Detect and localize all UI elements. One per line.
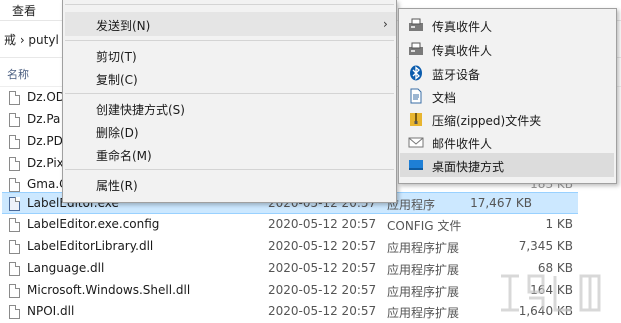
dll-icon <box>9 284 20 298</box>
file-size: 7,345 KB <box>518 239 573 253</box>
file-type: CONFIG 文件 <box>387 219 462 233</box>
file-name: NPOI.dll <box>27 304 75 318</box>
menu-item-properties[interactable]: 属性(R) <box>96 177 138 194</box>
submenu-item-mail[interactable]: 邮件收件人 <box>432 135 492 152</box>
zip-folder-icon <box>410 113 422 126</box>
watermark-logo <box>501 274 601 312</box>
file-name: Dz.Pa <box>27 112 61 126</box>
file-date: 2020-05-12 20:57 <box>268 304 377 318</box>
file-icon <box>9 178 20 192</box>
menu-separator <box>65 40 394 41</box>
submenu-item-desktop-shortcut[interactable]: 桌面快捷方式 <box>432 158 504 175</box>
menu-item-cut[interactable]: 剪切(T) <box>96 48 137 65</box>
menu-item-send-to[interactable]: 发送到(N) <box>96 17 150 34</box>
file-type: 应用程序扩展 <box>387 285 460 299</box>
file-row[interactable]: LabelEditor.exe.config 2020-05-12 20:57 … <box>0 214 621 236</box>
file-row[interactable]: LabelEditorLibrary.dll 2020-05-12 20:57 … <box>0 236 621 258</box>
menu-item-create-shortcut[interactable]: 创建快捷方式(S) <box>96 101 185 118</box>
address-path[interactable]: 戒 › putyl <box>4 31 59 48</box>
file-size: 17,467 KB <box>470 196 532 210</box>
file-size: 1 KB <box>545 217 573 231</box>
bluetooth-icon <box>410 65 422 81</box>
menu-item-rename[interactable]: 重命名(M) <box>96 147 152 164</box>
exe-icon <box>9 197 20 211</box>
file-name: Language.dll <box>27 261 105 275</box>
file-icon <box>9 113 20 127</box>
submenu-item-zip[interactable]: 压缩(zipped)文件夹 <box>432 112 541 129</box>
menu-separator <box>65 169 394 170</box>
submenu-item-fax-1[interactable]: 传真收件人 <box>432 18 492 35</box>
file-date: 2020-05-12 20:57 <box>268 261 377 275</box>
file-type: 应用程序扩展 <box>387 306 460 320</box>
file-name: LabelEditor.exe.config <box>27 217 160 231</box>
file-date: 2020-05-12 20:57 <box>268 239 377 253</box>
menu-separator <box>65 93 394 94</box>
file-name: Dz.Pix <box>27 156 64 170</box>
file-icon <box>9 157 20 171</box>
file-icon <box>9 91 20 105</box>
desktop-icon <box>409 160 423 170</box>
column-name-header[interactable]: 名称 <box>7 66 29 82</box>
submenu-item-bluetooth[interactable]: 蓝牙设备 <box>432 66 480 83</box>
mail-icon <box>408 137 424 148</box>
menu-item-delete[interactable]: 删除(D) <box>96 124 139 141</box>
fax-icon <box>409 18 423 31</box>
document-icon <box>410 88 422 104</box>
file-date: 2020-05-12 20:57 <box>268 217 377 231</box>
dll-icon <box>9 262 20 276</box>
file-type: 应用程序扩展 <box>387 241 460 255</box>
file-date: 2020-05-12 20:57 <box>268 283 377 297</box>
file-icon <box>9 135 20 149</box>
file-name: Microsoft.Windows.Shell.dll <box>27 283 191 297</box>
chevron-right-icon: › <box>383 17 388 31</box>
file-name: Dz.PD <box>27 134 63 148</box>
file-name: Dz.OD <box>27 90 66 104</box>
dll-icon <box>9 240 20 254</box>
dll-icon <box>9 305 20 319</box>
file-icon <box>9 218 20 232</box>
file-name: LabelEditorLibrary.dll <box>27 239 154 253</box>
submenu-item-documents[interactable]: 文档 <box>432 89 456 106</box>
submenu-item-fax-2[interactable]: 传真收件人 <box>432 42 492 59</box>
menu-separator <box>65 4 394 5</box>
ribbon-tab-view[interactable]: 查看 <box>12 2 36 19</box>
file-type: 应用程序扩展 <box>387 263 460 277</box>
fax-icon <box>409 42 423 55</box>
menu-item-copy[interactable]: 复制(C) <box>96 71 138 88</box>
